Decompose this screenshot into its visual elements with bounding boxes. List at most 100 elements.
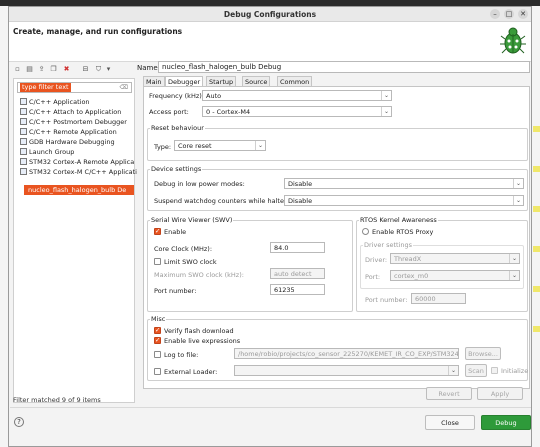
scan-button[interactable]: Scan bbox=[465, 364, 487, 377]
new-config-icon[interactable]: ▫ bbox=[13, 65, 22, 74]
core-clock-input[interactable]: 84.0 bbox=[270, 242, 325, 253]
help-icon[interactable]: ? bbox=[14, 417, 24, 427]
chevron-down-icon: ⌄ bbox=[513, 179, 523, 188]
tree-item[interactable]: Launch Group bbox=[20, 147, 74, 157]
swv-enable-checkbox[interactable] bbox=[154, 227, 161, 235]
browse-button[interactable]: Browse... bbox=[465, 347, 501, 360]
swv-enable-label: Enable bbox=[164, 228, 187, 236]
low-power-value: Disable bbox=[288, 180, 313, 188]
duplicate-icon[interactable]: ❐ bbox=[49, 65, 58, 74]
access-port-label: Access port: bbox=[149, 108, 189, 116]
reset-type-value: Core reset bbox=[178, 142, 212, 150]
debug-configurations-dialog: Debug Configurations – □ ✕ Create, manag… bbox=[8, 6, 532, 447]
rtos-port-value: cortex_m0 bbox=[394, 272, 429, 280]
low-power-label: Debug in low power modes: bbox=[154, 180, 245, 188]
reset-behaviour-title: Reset behaviour bbox=[150, 124, 205, 132]
tree-item-label: C/C++ Attach to Application bbox=[29, 108, 122, 116]
c-app-icon bbox=[20, 128, 27, 135]
log-to-file-checkbox[interactable] bbox=[154, 351, 161, 358]
frequency-value: Auto bbox=[206, 92, 222, 100]
driver-settings-title: Driver settings bbox=[363, 241, 413, 249]
close-button[interactable]: Close bbox=[425, 415, 475, 430]
log-to-file-label: Log to file: bbox=[164, 351, 199, 359]
rtos-port-number-input[interactable]: 60000 bbox=[411, 293, 466, 304]
chevron-down-icon: ⌄ bbox=[381, 91, 391, 100]
misc-title: Misc bbox=[150, 315, 167, 323]
view-menu-icon[interactable]: ▾ bbox=[104, 65, 113, 74]
debug-button[interactable]: Debug bbox=[481, 415, 531, 430]
log-file-input[interactable]: /home/robio/projects/co_sensor_225270/KE… bbox=[234, 348, 459, 359]
revert-button[interactable]: Revert bbox=[426, 387, 472, 400]
port-number-input[interactable]: 61235 bbox=[270, 284, 325, 295]
chevron-down-icon: ⌄ bbox=[255, 141, 265, 150]
rtos-enable-radio[interactable] bbox=[362, 228, 369, 235]
background-editor-right bbox=[532, 6, 540, 447]
tree-item-label: STM32 Cortex-M C/C++ Applicati bbox=[29, 168, 137, 176]
rtos-port-select[interactable]: cortex_m0 ⌄ bbox=[390, 270, 520, 281]
watchdog-select[interactable]: Disable ⌄ bbox=[284, 195, 524, 206]
verify-flash-checkbox[interactable] bbox=[154, 326, 161, 334]
external-loader-select[interactable]: ⌄ bbox=[234, 365, 459, 376]
name-field[interactable]: nucleo_flash_halogen_bulb Debug bbox=[158, 61, 530, 73]
tab-debugger[interactable]: Debugger bbox=[165, 76, 204, 86]
limit-swo-checkbox[interactable] bbox=[154, 258, 161, 265]
minimize-icon[interactable]: – bbox=[490, 9, 500, 19]
background-editor-left bbox=[0, 6, 8, 447]
title-bar: Debug Configurations – □ ✕ bbox=[9, 7, 531, 22]
tree-item[interactable]: STM32 Cortex-A Remote Applica bbox=[20, 157, 134, 167]
debugger-tab-panel: Frequency (kHz): Auto ⌄ Access port: 0 - … bbox=[143, 86, 530, 389]
driver-settings-group bbox=[360, 245, 524, 289]
tree-item[interactable]: GDB Hardware Debugging bbox=[20, 137, 115, 147]
filter-status: Filter matched 9 of 9 items bbox=[13, 396, 101, 404]
clear-filter-icon[interactable]: ⌫ bbox=[120, 84, 128, 91]
live-expressions-label: Enable live expressions bbox=[164, 337, 241, 345]
live-expressions-checkbox[interactable] bbox=[154, 336, 161, 344]
filter-input[interactable]: type filter text ⌫ bbox=[17, 82, 132, 93]
low-power-select[interactable]: Disable ⌄ bbox=[284, 178, 524, 189]
chevron-down-icon: ⌄ bbox=[381, 107, 391, 116]
tree-item[interactable]: C/C++ Postmortem Debugger bbox=[20, 117, 127, 127]
editor-highlight bbox=[533, 286, 540, 292]
editor-highlight bbox=[533, 206, 540, 212]
access-port-value: 0 - Cortex-M4 bbox=[206, 108, 251, 116]
tab-source[interactable]: Source bbox=[242, 76, 271, 86]
tree-item-label: C/C++ Application bbox=[29, 98, 90, 106]
stm32-icon bbox=[20, 158, 27, 165]
c-app-icon bbox=[20, 118, 27, 125]
rtos-enable-label: Enable RTOS Proxy bbox=[372, 228, 434, 236]
tab-main[interactable]: Main bbox=[143, 76, 165, 86]
tree-item-label: STM32 Cortex-A Remote Applica bbox=[29, 158, 135, 166]
device-settings-title: Device settings bbox=[150, 165, 203, 173]
verify-flash-label: Verify flash download bbox=[164, 327, 234, 335]
external-loader-checkbox[interactable] bbox=[154, 368, 161, 375]
delete-icon[interactable]: ✖ bbox=[62, 65, 71, 74]
filter-icon[interactable]: ⛉ bbox=[94, 65, 103, 74]
frequency-select[interactable]: Auto ⌄ bbox=[202, 90, 392, 101]
apply-button[interactable]: Apply bbox=[477, 387, 523, 400]
tab-startup[interactable]: Startup bbox=[206, 76, 237, 86]
tree-item-selected[interactable]: nucleo_flash_halogen_bulb De bbox=[24, 185, 134, 195]
access-port-select[interactable]: 0 - Cortex-M4 ⌄ bbox=[202, 106, 392, 117]
new-proto-icon[interactable]: ▤ bbox=[25, 65, 34, 74]
driver-select[interactable]: ThreadX ⌄ bbox=[390, 253, 520, 264]
tree-item-label: Launch Group bbox=[29, 148, 75, 156]
max-swo-input[interactable]: auto detect bbox=[270, 268, 325, 279]
name-label: Name: bbox=[137, 64, 161, 72]
tree-item[interactable]: C/C++ Application bbox=[20, 97, 90, 107]
tree-item[interactable]: C/C++ Remote Application bbox=[20, 127, 117, 137]
initialize-checkbox[interactable] bbox=[491, 367, 498, 374]
tree-item[interactable]: STM32 Cortex-M C/C++ Applicati bbox=[20, 167, 137, 177]
editor-highlight bbox=[533, 326, 540, 332]
reset-type-select[interactable]: Core reset ⌄ bbox=[174, 140, 266, 151]
stm32-icon bbox=[20, 168, 27, 175]
tab-common[interactable]: Common bbox=[277, 76, 313, 86]
limit-swo-label: Limit SWO clock bbox=[164, 258, 217, 266]
driver-value: ThreadX bbox=[394, 255, 422, 263]
collapse-all-icon[interactable]: ⊟ bbox=[81, 65, 90, 74]
launch-group-icon bbox=[20, 148, 27, 155]
export-icon[interactable]: ⇪ bbox=[37, 65, 46, 74]
tree-item[interactable]: C/C++ Attach to Application bbox=[20, 107, 121, 117]
maximize-icon[interactable]: □ bbox=[504, 9, 514, 19]
max-swo-label: Maximum SWO clock (kHz): bbox=[154, 271, 244, 279]
close-icon[interactable]: ✕ bbox=[518, 9, 528, 19]
